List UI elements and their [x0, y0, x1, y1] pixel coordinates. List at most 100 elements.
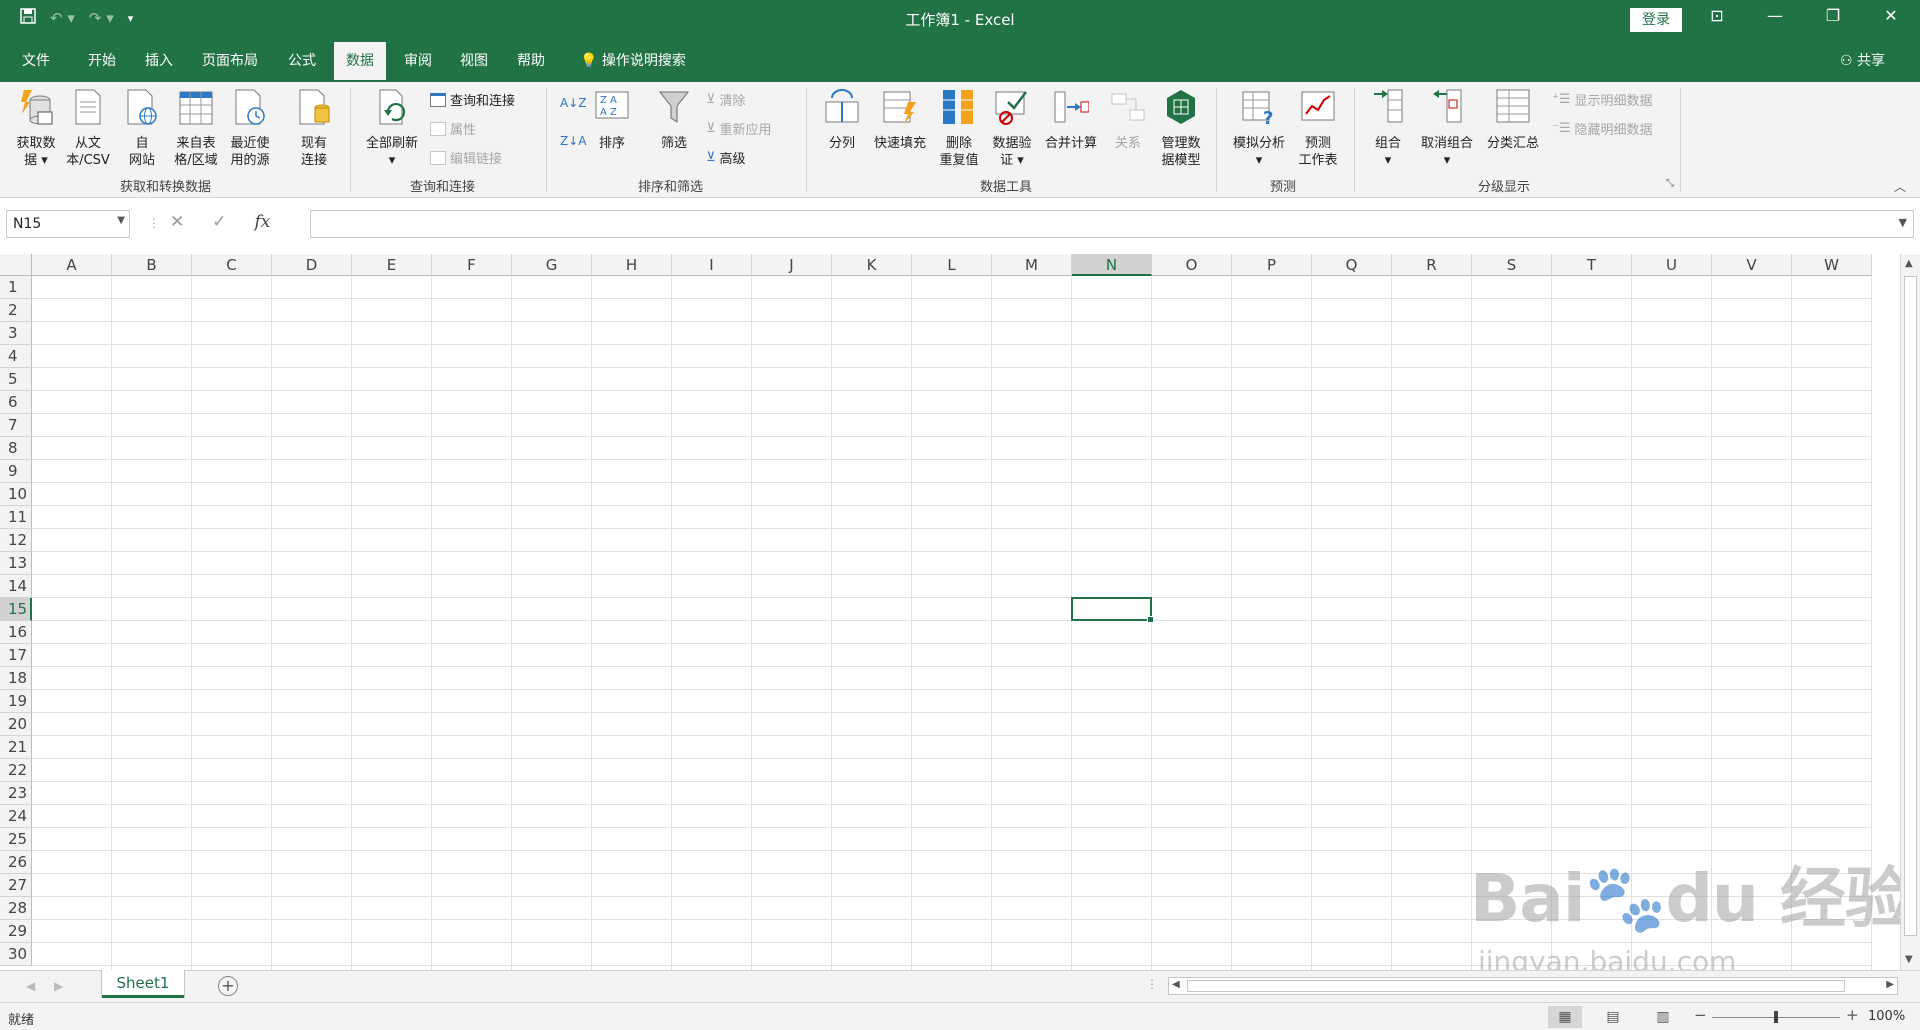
row-header[interactable]: 22 [0, 759, 32, 782]
outline-dialog-launcher-icon[interactable]: ⤡ [1666, 178, 1674, 189]
tab-help[interactable]: 帮助 [517, 50, 545, 70]
properties-button[interactable]: 属性 [430, 119, 476, 138]
what-if-analysis-button[interactable]: ? 模拟分析 ▾ [1226, 88, 1292, 169]
horizontal-scroll-thumb[interactable] [1187, 980, 1845, 992]
row-header[interactable]: 30 [0, 943, 32, 966]
sort-button[interactable]: Z AA Z 排序 [590, 88, 634, 152]
sheet-tab-sheet1[interactable]: Sheet1 [102, 970, 184, 998]
column-header[interactable]: A [32, 254, 112, 276]
existing-connections-button[interactable]: 现有 连接 [290, 88, 338, 169]
column-header[interactable]: U [1632, 254, 1712, 276]
from-text-csv-button[interactable]: 从文 本/CSV [62, 88, 114, 169]
row-header[interactable]: 23 [0, 782, 32, 805]
horizontal-scrollbar[interactable]: ◀ ▶ [1168, 977, 1898, 995]
row-header[interactable]: 2 [0, 299, 32, 322]
from-web-button[interactable]: 自 网站 [118, 88, 166, 169]
column-header[interactable]: P [1232, 254, 1312, 276]
row-header[interactable]: 19 [0, 690, 32, 713]
zoom-out-icon[interactable]: − [1694, 1006, 1707, 1024]
forecast-sheet-button[interactable]: 预测 工作表 [1294, 88, 1342, 169]
tab-formulas[interactable]: 公式 [288, 50, 316, 70]
row-header[interactable]: 3 [0, 322, 32, 345]
column-header[interactable]: D [272, 254, 352, 276]
row-header[interactable]: 11 [0, 506, 32, 529]
row-header[interactable]: 15 [0, 598, 32, 621]
tab-review[interactable]: 审阅 [404, 50, 432, 70]
row-header[interactable]: 27 [0, 874, 32, 897]
show-detail-button[interactable]: ⁺☰ 显示明细数据 [1552, 90, 1653, 109]
page-layout-view-icon[interactable]: ▤ [1596, 1006, 1630, 1028]
row-header[interactable]: 6 [0, 391, 32, 414]
column-header[interactable]: N [1072, 254, 1152, 276]
active-cell[interactable] [1071, 597, 1154, 623]
select-all-corner[interactable] [0, 254, 32, 276]
tab-page-layout[interactable]: 页面布局 [202, 50, 258, 70]
sort-descending-icon[interactable]: Z↓A [560, 134, 586, 148]
column-header[interactable]: R [1392, 254, 1472, 276]
restore-ribbon-icon[interactable]: ⊡ [1694, 6, 1740, 25]
zoom-level[interactable]: 100% [1868, 1009, 1905, 1024]
row-header[interactable]: 5 [0, 368, 32, 391]
row-header[interactable]: 24 [0, 805, 32, 828]
remove-duplicates-button[interactable]: 删除 重复值 [934, 88, 984, 169]
row-header[interactable]: 7 [0, 414, 32, 437]
scroll-up-icon[interactable]: ▲ [1905, 258, 1913, 269]
name-box[interactable]: N15 ▼ [6, 210, 130, 238]
advanced-filter-button[interactable]: ⊻ 高级 [706, 148, 746, 167]
row-header[interactable]: 17 [0, 644, 32, 667]
column-header[interactable]: Q [1312, 254, 1392, 276]
column-header[interactable]: G [512, 254, 592, 276]
row-header[interactable]: 26 [0, 851, 32, 874]
next-sheet-icon[interactable]: ▶ [54, 979, 63, 993]
consolidate-button[interactable]: 合并计算 [1040, 88, 1102, 152]
row-header[interactable]: 1 [0, 276, 32, 299]
filter-button[interactable]: 筛选 [652, 88, 696, 152]
row-header[interactable]: 25 [0, 828, 32, 851]
recent-sources-button[interactable]: 最近使 用的源 [224, 88, 276, 169]
column-header[interactable]: T [1552, 254, 1632, 276]
row-header[interactable]: 28 [0, 897, 32, 920]
row-header[interactable]: 16 [0, 621, 32, 644]
collapse-ribbon-icon[interactable]: ︿ [1894, 178, 1906, 195]
group-button[interactable]: 组合 ▾ [1366, 88, 1410, 169]
close-icon[interactable]: ✕ [1868, 6, 1914, 25]
page-break-view-icon[interactable]: ▥ [1646, 1006, 1680, 1028]
tab-home[interactable]: 开始 [88, 50, 116, 70]
reapply-button[interactable]: ⊻ 重新应用 [706, 119, 772, 138]
row-header[interactable]: 29 [0, 920, 32, 943]
column-header[interactable]: I [672, 254, 752, 276]
restore-icon[interactable]: ❐ [1810, 6, 1856, 25]
insert-function-icon[interactable]: fx [255, 212, 271, 232]
tab-data[interactable]: 数据 [334, 42, 386, 80]
row-header[interactable]: 20 [0, 713, 32, 736]
tab-insert[interactable]: 插入 [145, 50, 173, 70]
scroll-left-icon[interactable]: ◀ [1172, 979, 1180, 990]
tell-me-search[interactable]: 💡 操作说明搜索 [580, 50, 686, 70]
minimize-icon[interactable]: — [1752, 6, 1798, 25]
column-header[interactable]: W [1792, 254, 1872, 276]
edit-links-button[interactable]: 编辑链接 [430, 148, 502, 167]
subtotal-button[interactable]: 分类汇总 [1482, 88, 1544, 152]
scroll-down-icon[interactable]: ▼ [1905, 954, 1913, 965]
row-header[interactable]: 9 [0, 460, 32, 483]
column-header[interactable]: E [352, 254, 432, 276]
zoom-in-icon[interactable]: + [1846, 1006, 1859, 1024]
add-sheet-button[interactable]: + [218, 976, 238, 996]
column-header[interactable]: V [1712, 254, 1792, 276]
confirm-entry-icon[interactable]: ✓ [212, 212, 226, 232]
data-validation-button[interactable]: 数据验 证 ▾ [986, 88, 1038, 169]
hide-detail-button[interactable]: ⁻☰ 隐藏明细数据 [1552, 119, 1653, 138]
vertical-scrollbar[interactable]: ▲ ▼ [1900, 254, 1920, 970]
row-header[interactable]: 21 [0, 736, 32, 759]
row-header[interactable]: 18 [0, 667, 32, 690]
text-to-columns-button[interactable]: 分列 [818, 88, 866, 152]
normal-view-icon[interactable]: ▦ [1548, 1006, 1582, 1028]
column-header[interactable]: K [832, 254, 912, 276]
tab-file[interactable]: 文件 [22, 50, 50, 70]
scroll-right-icon[interactable]: ▶ [1886, 979, 1894, 990]
from-table-button[interactable]: 来自表 格/区域 [170, 88, 222, 169]
column-header[interactable]: F [432, 254, 512, 276]
column-header[interactable]: B [112, 254, 192, 276]
column-header[interactable]: C [192, 254, 272, 276]
share-button[interactable]: ⚇ 共享 [1840, 50, 1885, 70]
